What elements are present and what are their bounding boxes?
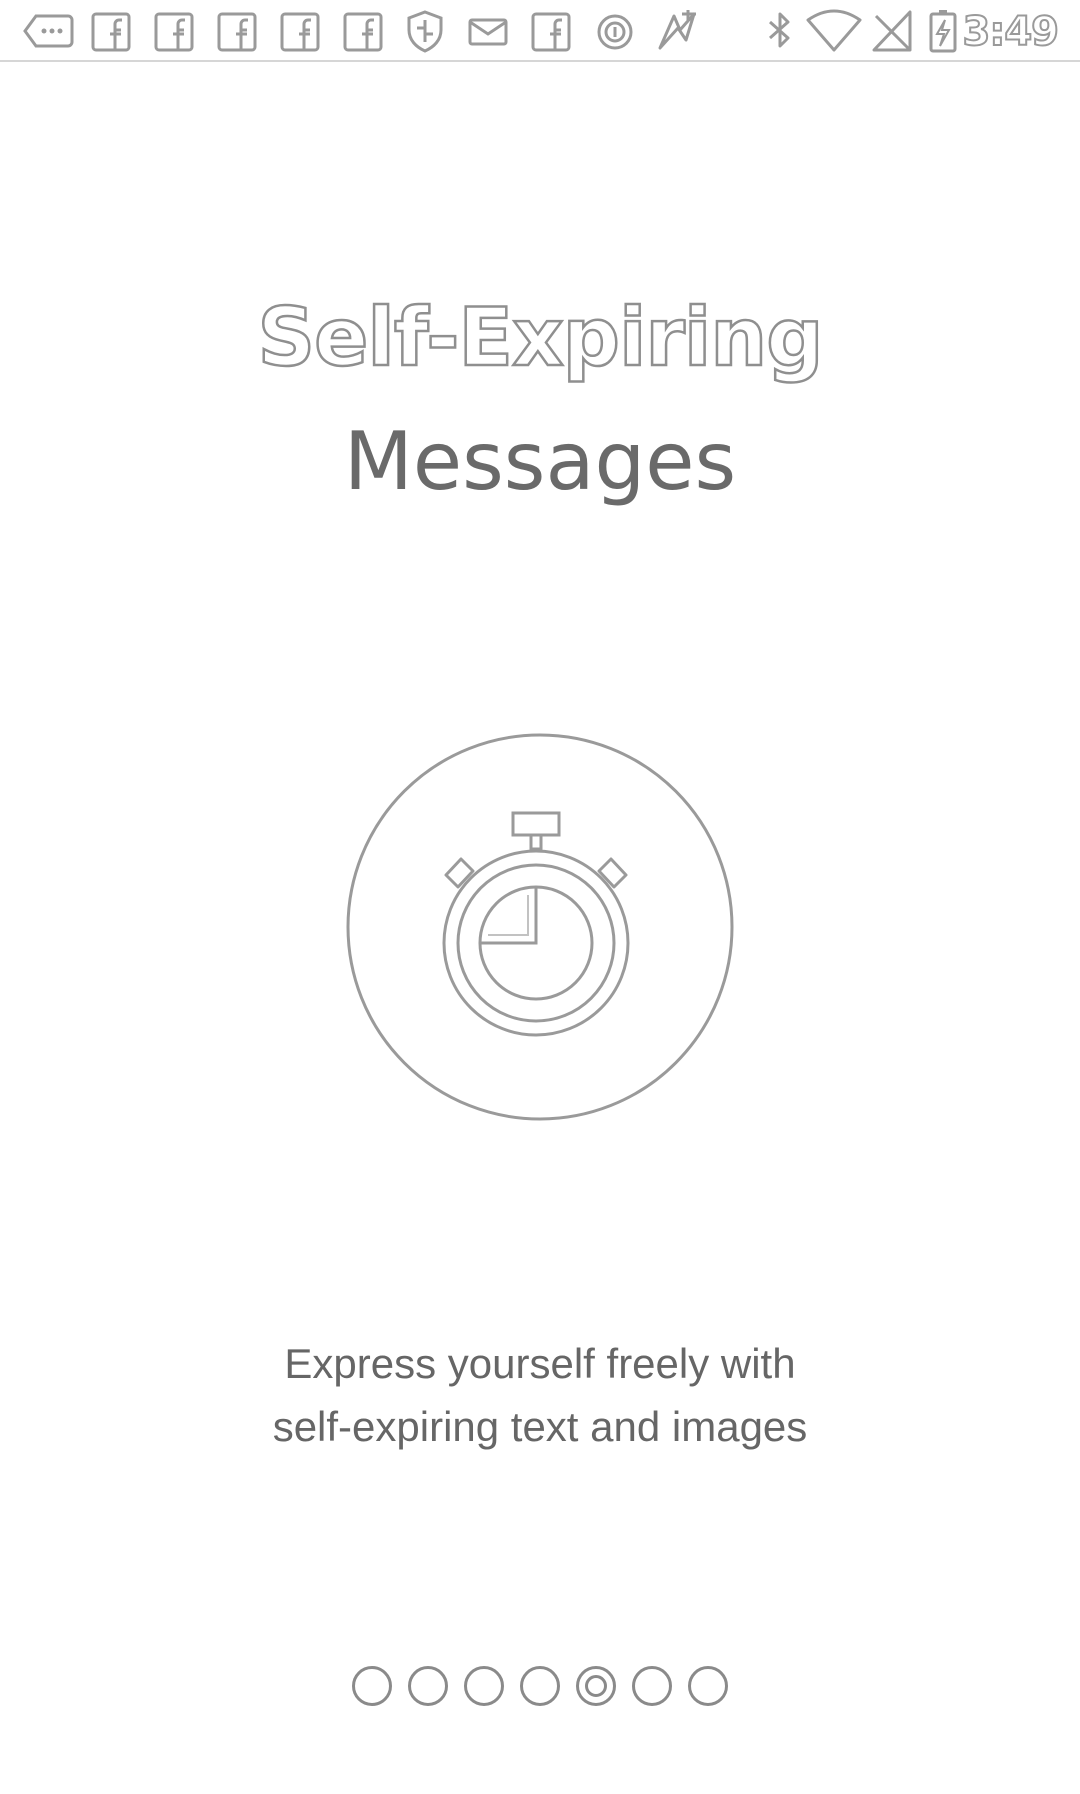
no-signal-icon [870,8,914,54]
battery-charging-icon [928,8,958,54]
status-bar: 3:49 [0,0,1080,62]
status-time: 3:49 [962,8,1060,56]
page-dot-2[interactable] [408,1666,448,1706]
app-logo-icon [652,8,702,54]
bluetooth-icon [762,8,798,54]
page-dot-5-active[interactable] [576,1666,616,1706]
more-notifications-icon [22,8,74,54]
page-dot-7[interactable] [688,1666,728,1706]
stopwatch-icon [346,733,734,1121]
description-line2: self-expiring text and images [272,1403,808,1450]
onboarding-title-line1: Self-Expiring [256,290,824,386]
page-indicator [0,1666,1080,1712]
circle-info-icon [594,8,636,54]
facebook-icon [153,8,195,54]
facebook-icon [90,8,132,54]
mail-icon [466,8,510,54]
onboarding-description: Express yourself freely with self-expiri… [140,1332,940,1458]
wifi-icon [806,8,862,54]
onboarding-screen: 3:49 Self-Expiring Messages Express your… [0,0,1080,1794]
page-dot-1[interactable] [352,1666,392,1706]
page-dot-4[interactable] [520,1666,560,1706]
facebook-icon [530,8,572,54]
page-dot-6[interactable] [632,1666,672,1706]
description-line1: Express yourself freely with [284,1340,796,1387]
facebook-icon [279,8,321,54]
facebook-icon [216,8,258,54]
shield-icon [404,8,446,54]
page-dot-3[interactable] [464,1666,504,1706]
onboarding-title-line2: Messages [343,415,737,508]
facebook-icon [342,8,384,54]
